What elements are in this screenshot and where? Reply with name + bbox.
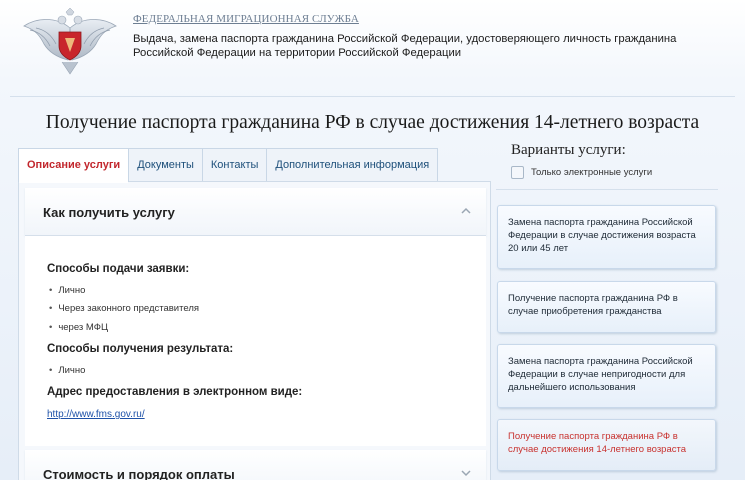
service-description-line-2: Российской Федерации на территории Росси… (133, 47, 462, 59)
variants-title: Варианты услуги: (511, 142, 626, 158)
agency-name-link[interactable]: ФЕДЕРАЛЬНАЯ МИГРАЦИОННАЯ СЛУЖБА (133, 13, 359, 25)
accordion-cost-payment-title: Стоимость и порядок оплаты (43, 467, 235, 480)
submit-methods-title: Способы подачи заявки: (47, 263, 190, 275)
accordion-how-to-get-title: Как получить услугу (43, 205, 175, 220)
accordion-how-to-get[interactable]: Как получить услугу (25, 188, 486, 236)
electronic-address-title: Адрес предоставления в электронном виде: (47, 386, 303, 398)
chevron-up-icon (461, 207, 471, 214)
tab-additional-info[interactable]: Дополнительная информация (266, 148, 439, 182)
accordion-how-to-get-body: Способы подачи заявки: Лично Через закон… (25, 236, 486, 446)
tab-description[interactable]: Описание услуги (18, 148, 130, 183)
service-description: Выдача, замена паспорта гражданина Росси… (133, 32, 693, 60)
service-description-line-1: Выдача, замена паспорта гражданина Росси… (133, 33, 677, 45)
list-item: Лично (49, 285, 85, 296)
tab-content-panel: Как получить услугу Способы подачи заявк… (18, 181, 491, 480)
variant-item-unfit[interactable]: Замена паспорта гражданина Российской Фе… (497, 344, 716, 408)
electronic-only-label: Только электронные услуги (531, 167, 653, 178)
chevron-down-icon (461, 470, 471, 477)
electronic-only-checkbox[interactable] (511, 166, 524, 179)
variant-item-replace-20-45[interactable]: Замена паспорта гражданина Российской Фе… (497, 205, 716, 269)
list-item: через МФЦ (49, 322, 108, 333)
tab-documents[interactable]: Документы (128, 148, 203, 182)
variants-divider (496, 189, 718, 190)
fms-website-link[interactable]: http://www.fms.gov.ru/ (47, 409, 145, 420)
tab-contacts[interactable]: Контакты (201, 148, 268, 182)
list-item: Через законного представителя (49, 303, 199, 314)
double-headed-eagle-icon (23, 8, 117, 75)
variant-item-age-14-current[interactable]: Получение паспорта гражданина РФ в случа… (497, 419, 716, 471)
accordion-cost-payment[interactable]: Стоимость и порядок оплаты (25, 450, 486, 480)
header-divider (10, 96, 735, 97)
page-title: Получение паспорта гражданина РФ в случа… (45, 112, 700, 133)
result-methods-title: Способы получения результата: (47, 343, 234, 355)
list-item: Лично (49, 365, 85, 376)
service-tabs: Описание услуги Документы Контакты Допол… (18, 148, 439, 183)
header: ФЕДЕРАЛЬНАЯ МИГРАЦИОННАЯ СЛУЖБА Выдача, … (0, 0, 745, 96)
variant-item-citizenship[interactable]: Получение паспорта гражданина РФ в случа… (497, 281, 716, 333)
